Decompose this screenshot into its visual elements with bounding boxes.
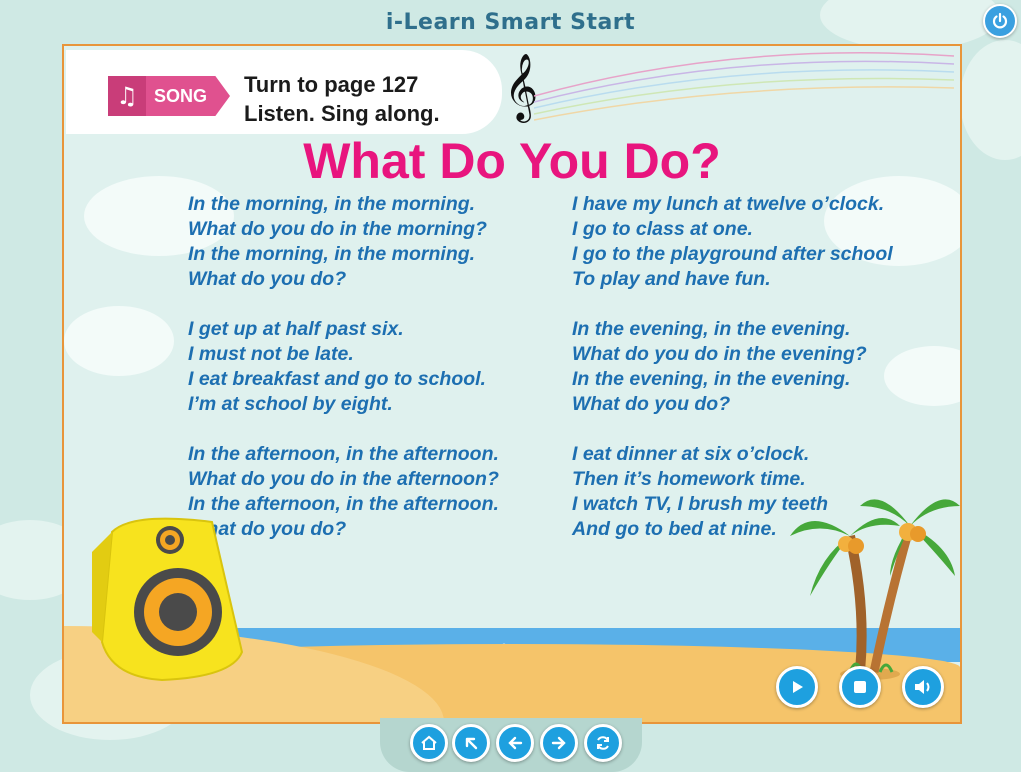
background-cloud (960, 40, 1021, 160)
verse: I get up at half past six. I must not be… (188, 317, 499, 417)
lyric-line: To play and have fun. (572, 268, 771, 290)
lyric-line: In the morning, in the morning. (188, 243, 476, 265)
lyric-line: What do you do in the afternoon? (188, 468, 499, 490)
lyric-line: I eat breakfast and go to school. (188, 368, 486, 390)
home-button[interactable] (410, 724, 448, 762)
palm-tree-illustration (790, 499, 960, 680)
stage-cloud (884, 346, 960, 406)
refresh-button[interactable] (584, 724, 622, 762)
lyric-line: What do you do? (188, 268, 347, 290)
lyric-line: What do you do in the morning? (188, 218, 487, 240)
song-banner: ♫ SONG Turn to page 127 Listen. Sing alo… (66, 50, 502, 134)
arrow-left-icon (508, 736, 523, 750)
previous-button[interactable] (496, 724, 534, 762)
instructions: Turn to page 127 Listen. Sing along. (244, 70, 440, 128)
lyric-line: I go to the playground after school (572, 243, 893, 265)
music-note-icon: ♫ (108, 76, 146, 116)
lyric-line: What do you do? (572, 393, 731, 415)
instruction-listen: Listen. Sing along. (244, 101, 440, 126)
song-title: What Do You Do? (303, 133, 721, 189)
stop-icon (854, 681, 866, 693)
song-stage: ♫ SONG Turn to page 127 Listen. Sing alo… (62, 44, 962, 724)
song-tag-label: SONG (154, 85, 208, 106)
volume-icon (915, 680, 930, 694)
lyric-line: What do you do in the evening? (572, 343, 867, 365)
lyric-line: I eat dinner at six o’clock. (572, 443, 810, 465)
power-button[interactable] (983, 4, 1017, 38)
arrow-up-left-icon (465, 737, 478, 750)
play-icon (793, 681, 803, 693)
verse: In the evening, in the evening. What do … (572, 317, 893, 417)
verse: I have my lunch at twelve o’clock. I go … (572, 192, 893, 292)
home-icon (421, 735, 437, 750)
volume-button[interactable] (902, 666, 944, 708)
lyric-line: In the evening, in the evening. (572, 368, 851, 390)
lyric-line: In the morning, in the morning. (188, 193, 476, 215)
play-button[interactable] (776, 666, 818, 708)
stage-cloud (64, 306, 174, 376)
lyric-line: In the afternoon, in the afternoon. (188, 443, 499, 465)
refresh-icon (597, 736, 609, 750)
arrow-right-icon (551, 736, 566, 750)
lyric-line: I have my lunch at twelve o’clock. (572, 193, 885, 215)
instruction-page: Turn to page 127 (244, 72, 419, 97)
lyric-line: I go to class at one. (572, 218, 753, 240)
next-button[interactable] (540, 724, 578, 762)
app-title: i-Learn Smart Start (385, 10, 636, 35)
lyric-line: I get up at half past six. (188, 318, 404, 340)
lyric-line: In the evening, in the evening. (572, 318, 851, 340)
lyric-line: I’m at school by eight. (188, 393, 393, 415)
menu-button[interactable] (452, 724, 490, 762)
stop-button[interactable] (839, 666, 881, 708)
music-staff-lines (534, 52, 954, 121)
lyric-line: I must not be late. (188, 343, 354, 365)
power-icon (992, 12, 1008, 29)
speaker-illustration (92, 517, 244, 682)
lyrics-left-column: In the morning, in the morning. What do … (188, 192, 499, 567)
song-tag: ♫ SONG (108, 76, 230, 116)
verse: In the morning, in the morning. What do … (188, 192, 499, 292)
